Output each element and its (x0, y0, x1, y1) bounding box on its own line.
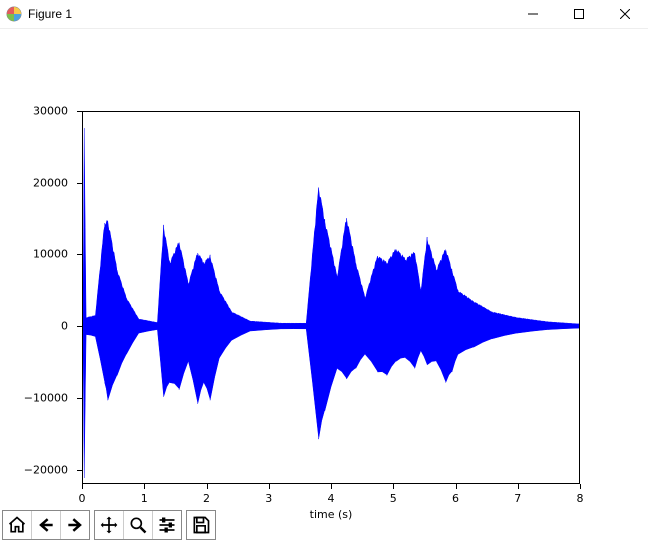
y-tick-mark (77, 326, 82, 327)
close-icon (620, 9, 630, 19)
y-tick-mark (77, 470, 82, 471)
y-tick-mark (77, 254, 82, 255)
y-tick-label: 0 (8, 320, 68, 333)
y-tick-label: 20000 (8, 176, 68, 189)
x-tick-mark (82, 484, 83, 489)
home-button[interactable] (3, 511, 32, 539)
y-tick-label: 10000 (8, 248, 68, 261)
y-tick-label: −10000 (8, 391, 68, 404)
x-tick-mark (393, 484, 394, 489)
zoom-button[interactable] (124, 511, 153, 539)
window-title: Figure 1 (28, 7, 72, 21)
window-titlebar: Figure 1 (0, 0, 648, 29)
x-tick-label: 6 (452, 492, 459, 505)
matplotlib-toolbar (0, 510, 222, 540)
x-tick-mark (207, 484, 208, 489)
save-button[interactable] (187, 511, 215, 539)
x-tick-label: 8 (577, 492, 584, 505)
x-tick-mark (269, 484, 270, 489)
y-tick-mark (77, 398, 82, 399)
waveform-plot (83, 112, 579, 483)
x-tick-label: 7 (514, 492, 521, 505)
x-tick-mark (331, 484, 332, 489)
y-tick-label: −20000 (8, 463, 68, 476)
x-tick-label: 4 (328, 492, 335, 505)
x-tick-mark (518, 484, 519, 489)
x-tick-mark (456, 484, 457, 489)
configure-button[interactable] (153, 511, 181, 539)
y-tick-mark (77, 183, 82, 184)
move-icon (99, 515, 119, 535)
zoom-icon (128, 515, 148, 535)
x-tick-label: 3 (265, 492, 272, 505)
arrow-right-icon (65, 515, 85, 535)
x-tick-mark (580, 484, 581, 489)
arrow-left-icon (36, 515, 56, 535)
x-tick-label: 0 (79, 492, 86, 505)
figure-canvas[interactable]: −20000−100000100002000030000012345678 ti… (0, 29, 646, 509)
home-icon (7, 515, 27, 535)
pan-button[interactable] (95, 511, 124, 539)
x-tick-label: 1 (141, 492, 148, 505)
app-icon (6, 6, 22, 22)
plot-axes (82, 111, 580, 484)
save-icon (191, 515, 211, 535)
close-button[interactable] (602, 0, 648, 28)
sliders-icon (157, 515, 177, 535)
minimize-button[interactable] (510, 0, 556, 28)
y-tick-mark (77, 111, 82, 112)
y-tick-label: 30000 (8, 105, 68, 118)
x-tick-mark (144, 484, 145, 489)
maximize-icon (574, 9, 584, 19)
x-tick-label: 5 (390, 492, 397, 505)
maximize-button[interactable] (556, 0, 602, 28)
x-axis-label: time (s) (310, 508, 353, 521)
back-button[interactable] (32, 511, 61, 539)
forward-button[interactable] (61, 511, 89, 539)
minimize-icon (528, 9, 538, 19)
x-tick-label: 2 (203, 492, 210, 505)
